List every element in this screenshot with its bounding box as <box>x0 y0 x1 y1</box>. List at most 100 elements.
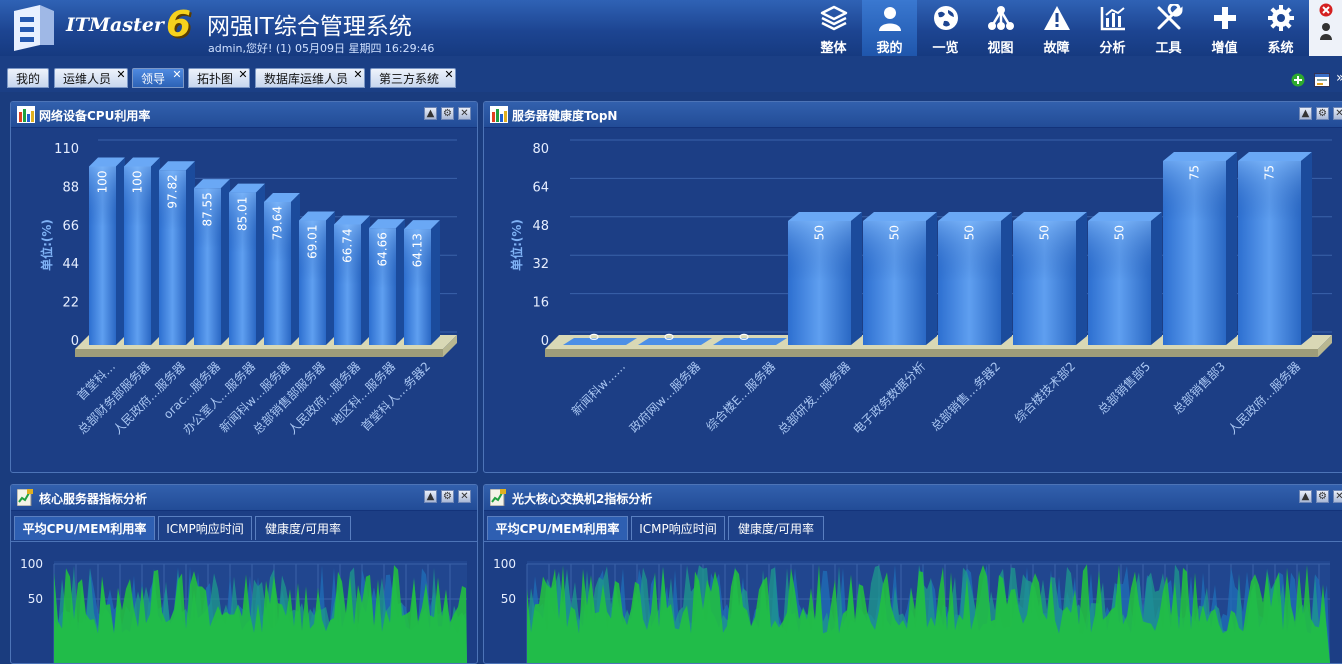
tab-topology[interactable]: 拓扑图 ✕ <box>188 68 250 88</box>
close-button[interactable]: ✕ <box>1333 107 1342 120</box>
collapse-button[interactable]: ▲ <box>424 490 437 503</box>
subtab-health[interactable]: 健康度/可用率 <box>255 516 351 540</box>
tab-close-icon[interactable]: ✕ <box>444 69 454 80</box>
bar-value-label: 69.01 <box>306 225 320 259</box>
panel-core-server: 核心服务器指标分析 ▲ ⚙ ✕ 平均CPU/MEM利用率 ICMP响应时间 健康… <box>10 484 478 664</box>
tab-third-party[interactable]: 第三方系统 ✕ <box>370 68 456 88</box>
x-tick-label: 人民政府…服务器 <box>1225 359 1304 437</box>
logo-text: ITMaster <box>66 14 164 36</box>
subtab-icmp[interactable]: ICMP响应时间 <box>158 516 252 540</box>
nav-label: 分析 <box>1099 41 1126 56</box>
add-tab-icon[interactable] <box>1291 73 1305 87</box>
tab-leader[interactable]: 领导 ✕ <box>132 68 184 88</box>
chart-icon <box>490 106 508 123</box>
y-tick-label: 32 <box>532 257 549 272</box>
nav-item-mine[interactable]: 我的 <box>862 0 917 56</box>
nav-label: 增值 <box>1211 41 1238 56</box>
y-tick-label: 50 <box>501 592 516 606</box>
bar-side <box>1001 212 1012 345</box>
nav-item-overview[interactable]: 一览 <box>918 0 973 56</box>
bar-top <box>788 212 862 221</box>
nav-item-system[interactable]: 系统 <box>1253 0 1308 56</box>
close-button[interactable]: ✕ <box>1333 490 1342 503</box>
bar-value-label: 64.66 <box>376 232 390 266</box>
collapse-button[interactable]: ▲ <box>1299 490 1312 503</box>
bar-top <box>938 212 1012 221</box>
nav-label: 故障 <box>1043 41 1070 56</box>
tab-close-icon[interactable]: ✕ <box>238 69 248 80</box>
y-tick-label: 48 <box>532 219 549 234</box>
tab-close-icon[interactable]: ✕ <box>172 69 182 80</box>
x-tick-label: 综合楼技术部2 <box>1011 359 1078 426</box>
close-button[interactable]: ✕ <box>458 490 471 503</box>
tab-mine[interactable]: 我的 <box>7 68 49 88</box>
nav-item-tools[interactable]: 工具 <box>1141 0 1196 56</box>
close-button[interactable]: ✕ <box>458 107 471 120</box>
plus-icon <box>1214 7 1236 29</box>
user-icon <box>879 7 901 31</box>
tab-close-icon[interactable]: ✕ <box>353 69 363 80</box>
settings-button[interactable]: ⚙ <box>441 490 454 503</box>
bar-value-label: 0 <box>588 333 602 341</box>
collapse-button[interactable]: ▲ <box>1299 107 1312 120</box>
layout-icon[interactable] <box>1314 73 1330 87</box>
collapse-button[interactable]: ▲ <box>424 107 437 120</box>
chart-icon <box>17 106 35 123</box>
subtab-cpu-mem[interactable]: 平均CPU/MEM利用率 <box>14 516 155 540</box>
nav-item-fault[interactable]: 故障 <box>1029 0 1084 56</box>
subtab-icmp[interactable]: ICMP响应时间 <box>631 516 725 540</box>
tab-label: 领导 <box>141 72 166 86</box>
bar-side <box>116 157 125 345</box>
bar-side <box>926 212 937 345</box>
welcome-text: admin,您好! (1) 05月09日 星期四 16:29:46 <box>208 42 435 55</box>
document-chart-icon <box>490 489 506 506</box>
core-area-chart: 50 100 <box>20 557 467 663</box>
panel-title: 服务器健康度TopN <box>512 109 618 123</box>
chart-floor-edge <box>75 349 443 357</box>
bar-top <box>863 212 937 221</box>
nav-item-overall[interactable]: 整体 <box>806 0 861 56</box>
tab-close-icon[interactable]: ✕ <box>116 69 126 80</box>
subtab-cpu-mem[interactable]: 平均CPU/MEM利用率 <box>487 516 628 540</box>
bar-top <box>1088 212 1162 221</box>
x-tick-label: 新闻科w…… <box>568 359 628 419</box>
nav-label: 一览 <box>932 41 959 56</box>
bar-value-label: 75 <box>1188 165 1202 180</box>
tab-ops-staff[interactable]: 运维人员 ✕ <box>54 68 128 88</box>
bar-value-label: 50 <box>888 225 902 240</box>
bar-top <box>1238 152 1312 161</box>
subtab-health[interactable]: 健康度/可用率 <box>728 516 824 540</box>
nav-label: 我的 <box>876 41 903 56</box>
logo-icon <box>14 5 54 51</box>
nav-item-view[interactable]: 视图 <box>973 0 1028 56</box>
layers-icon <box>820 5 848 31</box>
x-tick-label: 总部销售部5 <box>1095 359 1153 417</box>
person-icon[interactable] <box>1319 22 1333 40</box>
bar-value-label: 50 <box>813 225 827 240</box>
nav-item-value-added[interactable]: 增值 <box>1197 0 1252 56</box>
bar-side <box>1226 152 1237 345</box>
panel-header: 服务器健康度TopN ▲ ⚙ ✕ <box>484 102 1342 128</box>
bar-side <box>431 220 440 345</box>
y-axis-label: 单位:(%) <box>39 219 54 271</box>
cpu-bar-chart: 022446688110单位:(%)100首堂科…100总部财务部服务器97.8… <box>39 139 457 437</box>
settings-button[interactable]: ⚙ <box>1316 490 1329 503</box>
y-tick-label: 66 <box>62 219 79 234</box>
document-chart-icon <box>17 489 33 506</box>
nav-label: 视图 <box>987 41 1014 56</box>
panel-network-cpu: 网络设备CPU利用率 ▲ ⚙ ✕ 0 22 44 66 88 110 单位:(%) 100 首堂… <box>10 101 478 473</box>
bar-side <box>396 219 405 345</box>
bar-side <box>851 212 862 345</box>
close-icon[interactable] <box>1319 3 1333 17</box>
bar-side <box>1151 212 1162 345</box>
y-tick-label: 16 <box>532 296 549 311</box>
bar-value-label: 100 <box>96 170 110 193</box>
nav-item-analysis[interactable]: 分析 <box>1085 0 1140 56</box>
bar-value-label: 75 <box>1263 165 1277 180</box>
settings-button[interactable]: ⚙ <box>1316 107 1329 120</box>
y-tick-label: 100 <box>493 557 516 571</box>
logo-version: 6 <box>166 4 192 45</box>
more-icon[interactable]: » <box>1336 70 1342 86</box>
settings-button[interactable]: ⚙ <box>441 107 454 120</box>
tab-db-ops[interactable]: 数据库运维人员 ✕ <box>255 68 365 88</box>
